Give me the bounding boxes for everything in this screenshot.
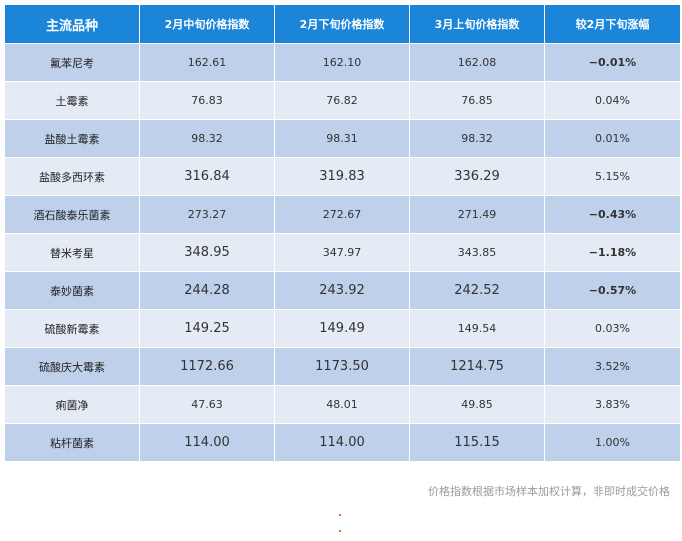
cell-mar-early: 271.49: [409, 195, 545, 234]
cell-mar-early: 49.85: [409, 385, 545, 424]
cell-change: −0.01%: [544, 43, 681, 82]
price-index-table: 主流品种 2月中旬价格指数 2月下旬价格指数 3月上旬价格指数 较2月下旬涨幅 …: [4, 4, 681, 462]
cell-feb-late: 48.01: [274, 385, 410, 424]
cell-change: 3.83%: [544, 385, 681, 424]
row-name: 粘杆菌素: [4, 423, 140, 462]
table-header-row: 主流品种 2月中旬价格指数 2月下旬价格指数 3月上旬价格指数 较2月下旬涨幅: [4, 4, 681, 44]
table-row: 土霉素 76.83 76.82 76.85 0.04%: [4, 81, 681, 120]
cell-feb-mid: 162.61: [139, 43, 275, 82]
header-feb-late: 2月下旬价格指数: [274, 4, 410, 44]
cell-feb-late: 347.97: [274, 233, 410, 272]
cell-feb-late: 76.82: [274, 81, 410, 120]
row-name: 泰妙菌素: [4, 271, 140, 310]
cell-feb-late: 114.00: [274, 423, 410, 462]
header-change: 较2月下旬涨幅: [544, 4, 681, 44]
header-variety: 主流品种: [4, 4, 140, 44]
row-name: 土霉素: [4, 81, 140, 120]
cell-change: 0.01%: [544, 119, 681, 158]
cell-feb-mid: 98.32: [139, 119, 275, 158]
cell-mar-early: 162.08: [409, 43, 545, 82]
table-row: 硫酸庆大霉素 1172.66 1173.50 1214.75 3.52%: [4, 347, 681, 386]
cell-change: −1.18%: [544, 233, 681, 272]
footnote: 价格指数根据市场样本加权计算，非即时成交价格: [428, 485, 670, 498]
row-name: 氟苯尼考: [4, 43, 140, 82]
cell-feb-late: 272.67: [274, 195, 410, 234]
table-row: 痢菌净 47.63 48.01 49.85 3.83%: [4, 385, 681, 424]
cell-feb-mid: 76.83: [139, 81, 275, 120]
cell-change: 3.52%: [544, 347, 681, 386]
cell-mar-early: 343.85: [409, 233, 545, 272]
cell-mar-early: 76.85: [409, 81, 545, 120]
cell-feb-mid: 244.28: [139, 271, 275, 310]
cell-feb-mid: 47.63: [139, 385, 275, 424]
cell-feb-late: 319.83: [274, 157, 410, 196]
cell-feb-mid: 316.84: [139, 157, 275, 196]
cell-mar-early: 1214.75: [409, 347, 545, 386]
decorative-dot: [339, 530, 341, 532]
cell-feb-mid: 149.25: [139, 309, 275, 348]
cell-mar-early: 149.54: [409, 309, 545, 348]
decorative-dot: [339, 514, 341, 516]
cell-feb-late: 1173.50: [274, 347, 410, 386]
cell-feb-mid: 348.95: [139, 233, 275, 272]
row-name: 盐酸多西环素: [4, 157, 140, 196]
header-feb-mid: 2月中旬价格指数: [139, 4, 275, 44]
cell-feb-late: 162.10: [274, 43, 410, 82]
table-row: 盐酸土霉素 98.32 98.31 98.32 0.01%: [4, 119, 681, 158]
cell-mar-early: 115.15: [409, 423, 545, 462]
table-row: 泰妙菌素 244.28 243.92 242.52 −0.57%: [4, 271, 681, 310]
row-name: 硫酸庆大霉素: [4, 347, 140, 386]
cell-mar-early: 242.52: [409, 271, 545, 310]
table-row: 盐酸多西环素 316.84 319.83 336.29 5.15%: [4, 157, 681, 196]
cell-change: 0.04%: [544, 81, 681, 120]
table-row: 替米考星 348.95 347.97 343.85 −1.18%: [4, 233, 681, 272]
cell-change: 1.00%: [544, 423, 681, 462]
header-mar-early: 3月上旬价格指数: [409, 4, 545, 44]
cell-feb-late: 149.49: [274, 309, 410, 348]
table-row: 酒石酸泰乐菌素 273.27 272.67 271.49 −0.43%: [4, 195, 681, 234]
cell-feb-mid: 273.27: [139, 195, 275, 234]
row-name: 盐酸土霉素: [4, 119, 140, 158]
cell-mar-early: 336.29: [409, 157, 545, 196]
cell-change: 0.03%: [544, 309, 681, 348]
table-row: 氟苯尼考 162.61 162.10 162.08 −0.01%: [4, 43, 681, 82]
table-row: 粘杆菌素 114.00 114.00 115.15 1.00%: [4, 423, 681, 462]
cell-feb-late: 98.31: [274, 119, 410, 158]
cell-feb-mid: 1172.66: [139, 347, 275, 386]
cell-feb-late: 243.92: [274, 271, 410, 310]
row-name: 替米考星: [4, 233, 140, 272]
cell-change: −0.43%: [544, 195, 681, 234]
cell-change: −0.57%: [544, 271, 681, 310]
row-name: 硫酸新霉素: [4, 309, 140, 348]
cell-change: 5.15%: [544, 157, 681, 196]
table-row: 硫酸新霉素 149.25 149.49 149.54 0.03%: [4, 309, 681, 348]
row-name: 酒石酸泰乐菌素: [4, 195, 140, 234]
row-name: 痢菌净: [4, 385, 140, 424]
cell-mar-early: 98.32: [409, 119, 545, 158]
cell-feb-mid: 114.00: [139, 423, 275, 462]
